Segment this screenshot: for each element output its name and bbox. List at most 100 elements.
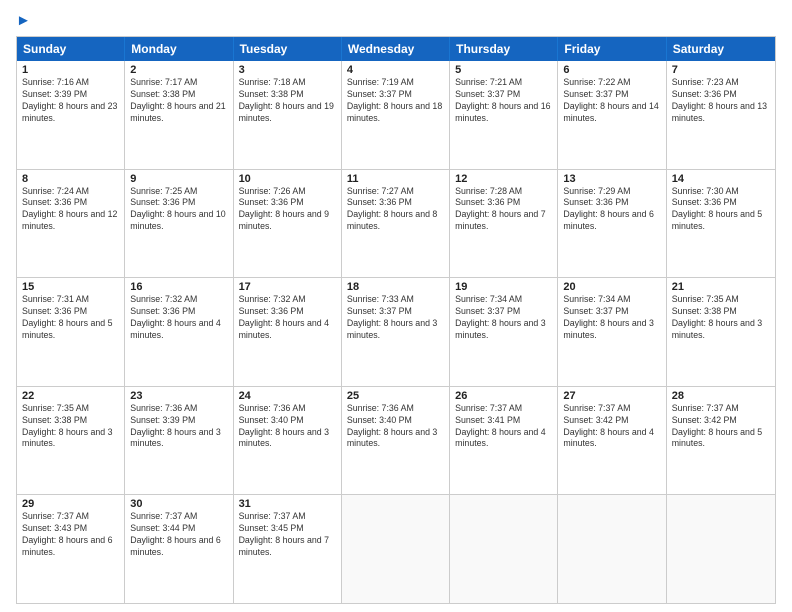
- cell-info: Sunrise: 7:33 AMSunset: 3:37 PMDaylight:…: [347, 294, 437, 340]
- day-number: 4: [347, 64, 444, 76]
- cell-info: Sunrise: 7:24 AMSunset: 3:36 PMDaylight:…: [22, 186, 117, 232]
- cell-info: Sunrise: 7:34 AMSunset: 3:37 PMDaylight:…: [455, 294, 545, 340]
- calendar-cell: 1Sunrise: 7:16 AMSunset: 3:39 PMDaylight…: [17, 61, 125, 169]
- day-number: 8: [22, 173, 119, 185]
- day-number: 13: [563, 173, 660, 185]
- day-number: 22: [22, 390, 119, 402]
- cell-info: Sunrise: 7:18 AMSunset: 3:38 PMDaylight:…: [239, 77, 334, 123]
- day-number: 20: [563, 281, 660, 293]
- day-number: 23: [130, 390, 227, 402]
- cell-info: Sunrise: 7:37 AMSunset: 3:44 PMDaylight:…: [130, 511, 220, 557]
- header-sunday: Sunday: [17, 37, 125, 61]
- header-monday: Monday: [125, 37, 233, 61]
- calendar-cell: [450, 495, 558, 603]
- calendar-cell: 2Sunrise: 7:17 AMSunset: 3:38 PMDaylight…: [125, 61, 233, 169]
- day-number: 29: [22, 498, 119, 510]
- cell-info: Sunrise: 7:34 AMSunset: 3:37 PMDaylight:…: [563, 294, 653, 340]
- cell-info: Sunrise: 7:37 AMSunset: 3:43 PMDaylight:…: [22, 511, 112, 557]
- logo: ►: [16, 12, 31, 30]
- cell-info: Sunrise: 7:36 AMSunset: 3:40 PMDaylight:…: [239, 403, 329, 449]
- day-number: 25: [347, 390, 444, 402]
- cell-info: Sunrise: 7:17 AMSunset: 3:38 PMDaylight:…: [130, 77, 225, 123]
- calendar-cell: [667, 495, 775, 603]
- cell-info: Sunrise: 7:32 AMSunset: 3:36 PMDaylight:…: [130, 294, 220, 340]
- cell-info: Sunrise: 7:36 AMSunset: 3:39 PMDaylight:…: [130, 403, 220, 449]
- calendar-cell: [342, 495, 450, 603]
- cell-info: Sunrise: 7:36 AMSunset: 3:40 PMDaylight:…: [347, 403, 437, 449]
- cell-info: Sunrise: 7:30 AMSunset: 3:36 PMDaylight:…: [672, 186, 762, 232]
- cell-info: Sunrise: 7:35 AMSunset: 3:38 PMDaylight:…: [672, 294, 762, 340]
- calendar-cell: 18Sunrise: 7:33 AMSunset: 3:37 PMDayligh…: [342, 278, 450, 386]
- calendar-row-3: 15Sunrise: 7:31 AMSunset: 3:36 PMDayligh…: [17, 277, 775, 386]
- calendar-cell: 6Sunrise: 7:22 AMSunset: 3:37 PMDaylight…: [558, 61, 666, 169]
- cell-info: Sunrise: 7:31 AMSunset: 3:36 PMDaylight:…: [22, 294, 112, 340]
- day-number: 26: [455, 390, 552, 402]
- cell-info: Sunrise: 7:23 AMSunset: 3:36 PMDaylight:…: [672, 77, 767, 123]
- cell-info: Sunrise: 7:37 AMSunset: 3:42 PMDaylight:…: [563, 403, 653, 449]
- calendar-cell: 27Sunrise: 7:37 AMSunset: 3:42 PMDayligh…: [558, 387, 666, 495]
- calendar-row-5: 29Sunrise: 7:37 AMSunset: 3:43 PMDayligh…: [17, 494, 775, 603]
- day-number: 27: [563, 390, 660, 402]
- day-number: 30: [130, 498, 227, 510]
- cell-info: Sunrise: 7:19 AMSunset: 3:37 PMDaylight:…: [347, 77, 442, 123]
- day-number: 18: [347, 281, 444, 293]
- calendar-cell: 19Sunrise: 7:34 AMSunset: 3:37 PMDayligh…: [450, 278, 558, 386]
- calendar-header: Sunday Monday Tuesday Wednesday Thursday…: [17, 37, 775, 61]
- day-number: 12: [455, 173, 552, 185]
- calendar-cell: 4Sunrise: 7:19 AMSunset: 3:37 PMDaylight…: [342, 61, 450, 169]
- day-number: 24: [239, 390, 336, 402]
- calendar-cell: 10Sunrise: 7:26 AMSunset: 3:36 PMDayligh…: [234, 170, 342, 278]
- header-thursday: Thursday: [450, 37, 558, 61]
- day-number: 15: [22, 281, 119, 293]
- day-number: 28: [672, 390, 770, 402]
- calendar-cell: 25Sunrise: 7:36 AMSunset: 3:40 PMDayligh…: [342, 387, 450, 495]
- calendar-cell: 7Sunrise: 7:23 AMSunset: 3:36 PMDaylight…: [667, 61, 775, 169]
- day-number: 7: [672, 64, 770, 76]
- header-friday: Friday: [558, 37, 666, 61]
- calendar-row-4: 22Sunrise: 7:35 AMSunset: 3:38 PMDayligh…: [17, 386, 775, 495]
- calendar-cell: [558, 495, 666, 603]
- calendar-cell: 5Sunrise: 7:21 AMSunset: 3:37 PMDaylight…: [450, 61, 558, 169]
- day-number: 19: [455, 281, 552, 293]
- day-number: 10: [239, 173, 336, 185]
- calendar-cell: 24Sunrise: 7:36 AMSunset: 3:40 PMDayligh…: [234, 387, 342, 495]
- calendar-cell: 28Sunrise: 7:37 AMSunset: 3:42 PMDayligh…: [667, 387, 775, 495]
- cell-info: Sunrise: 7:37 AMSunset: 3:45 PMDaylight:…: [239, 511, 329, 557]
- cell-info: Sunrise: 7:37 AMSunset: 3:42 PMDaylight:…: [672, 403, 762, 449]
- cell-info: Sunrise: 7:26 AMSunset: 3:36 PMDaylight:…: [239, 186, 329, 232]
- day-number: 14: [672, 173, 770, 185]
- cell-info: Sunrise: 7:16 AMSunset: 3:39 PMDaylight:…: [22, 77, 117, 123]
- calendar-cell: 31Sunrise: 7:37 AMSunset: 3:45 PMDayligh…: [234, 495, 342, 603]
- cell-info: Sunrise: 7:37 AMSunset: 3:41 PMDaylight:…: [455, 403, 545, 449]
- day-number: 17: [239, 281, 336, 293]
- calendar-cell: 15Sunrise: 7:31 AMSunset: 3:36 PMDayligh…: [17, 278, 125, 386]
- day-number: 6: [563, 64, 660, 76]
- calendar-cell: 11Sunrise: 7:27 AMSunset: 3:36 PMDayligh…: [342, 170, 450, 278]
- day-number: 31: [239, 498, 336, 510]
- calendar-row-1: 1Sunrise: 7:16 AMSunset: 3:39 PMDaylight…: [17, 61, 775, 169]
- day-number: 11: [347, 173, 444, 185]
- logo-icon: ►: [16, 12, 31, 29]
- cell-info: Sunrise: 7:29 AMSunset: 3:36 PMDaylight:…: [563, 186, 653, 232]
- cell-info: Sunrise: 7:22 AMSunset: 3:37 PMDaylight:…: [563, 77, 658, 123]
- page: ► Sunday Monday Tuesday Wednesday Thursd…: [0, 0, 792, 612]
- header-tuesday: Tuesday: [234, 37, 342, 61]
- day-number: 3: [239, 64, 336, 76]
- cell-info: Sunrise: 7:21 AMSunset: 3:37 PMDaylight:…: [455, 77, 550, 123]
- header-saturday: Saturday: [667, 37, 775, 61]
- day-number: 1: [22, 64, 119, 76]
- calendar-cell: 30Sunrise: 7:37 AMSunset: 3:44 PMDayligh…: [125, 495, 233, 603]
- calendar-cell: 17Sunrise: 7:32 AMSunset: 3:36 PMDayligh…: [234, 278, 342, 386]
- day-number: 16: [130, 281, 227, 293]
- cell-info: Sunrise: 7:25 AMSunset: 3:36 PMDaylight:…: [130, 186, 225, 232]
- cell-info: Sunrise: 7:32 AMSunset: 3:36 PMDaylight:…: [239, 294, 329, 340]
- calendar-cell: 26Sunrise: 7:37 AMSunset: 3:41 PMDayligh…: [450, 387, 558, 495]
- calendar-cell: 9Sunrise: 7:25 AMSunset: 3:36 PMDaylight…: [125, 170, 233, 278]
- calendar-cell: 23Sunrise: 7:36 AMSunset: 3:39 PMDayligh…: [125, 387, 233, 495]
- header-wednesday: Wednesday: [342, 37, 450, 61]
- calendar-cell: 29Sunrise: 7:37 AMSunset: 3:43 PMDayligh…: [17, 495, 125, 603]
- calendar-cell: 22Sunrise: 7:35 AMSunset: 3:38 PMDayligh…: [17, 387, 125, 495]
- header: ►: [16, 12, 776, 30]
- day-number: 5: [455, 64, 552, 76]
- calendar-cell: 13Sunrise: 7:29 AMSunset: 3:36 PMDayligh…: [558, 170, 666, 278]
